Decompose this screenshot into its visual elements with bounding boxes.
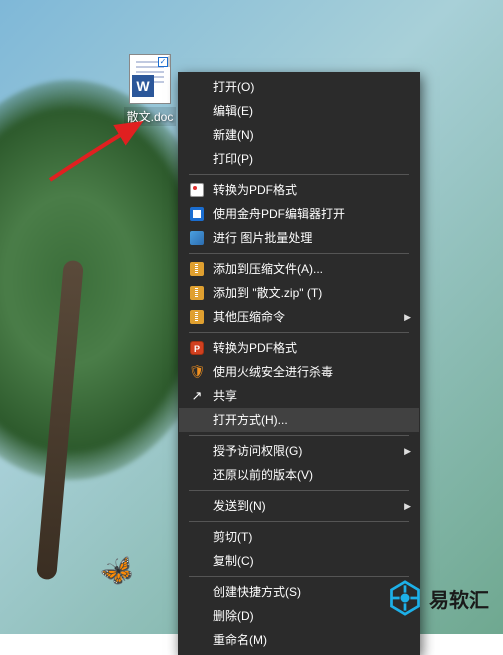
menu-item-icon [187, 443, 207, 459]
menu-item-label: 进行 图片批量处理 [207, 232, 401, 244]
menu-item-icon [187, 632, 207, 648]
zip-icon [187, 309, 207, 325]
menu-item-label: 编辑(E) [207, 105, 401, 117]
menu-separator [189, 174, 409, 175]
menu-item-icon [187, 529, 207, 545]
menu-item-label: 打开(O) [207, 81, 401, 93]
menu-item[interactable]: 打印(P) [179, 147, 419, 171]
menu-item-label: 转换为PDF格式 [207, 342, 401, 354]
share-icon: ↗ [187, 388, 207, 404]
menu-item-icon [187, 127, 207, 143]
menu-item-label: 打印(P) [207, 153, 401, 165]
image-batch-icon [187, 230, 207, 246]
menu-item[interactable]: 创建快捷方式(S) [179, 580, 419, 604]
menu-separator [189, 576, 409, 577]
powerpoint-icon: P [187, 340, 207, 356]
menu-item-icon [187, 151, 207, 167]
menu-item[interactable]: 编辑(E) [179, 99, 419, 123]
menu-item[interactable]: 删除(D) [179, 604, 419, 628]
menu-item-label: 添加到 "散文.zip" (T) [207, 287, 401, 299]
menu-item-label: 新建(N) [207, 129, 401, 141]
menu-item-label: 复制(C) [207, 555, 401, 567]
menu-item[interactable]: 🛡使用火绒安全进行杀毒 [179, 360, 419, 384]
shield-icon: 🛡 [187, 364, 207, 380]
menu-item-label: 创建快捷方式(S) [207, 586, 401, 598]
menu-item-icon [187, 608, 207, 624]
watermark: 易软汇 [387, 580, 489, 616]
menu-item-label: 使用金舟PDF编辑器打开 [207, 208, 401, 220]
menu-item-label: 删除(D) [207, 610, 401, 622]
context-menu: 打开(O) 编辑(E) 新建(N) 打印(P) 转换为PDF格式使用金舟PDF编辑器打开… [178, 72, 420, 655]
menu-item[interactable]: ↗共享 [179, 384, 419, 408]
menu-item[interactable]: 打开方式(H)... [179, 408, 419, 432]
menu-item-label: 添加到压缩文件(A)... [207, 263, 401, 275]
menu-item-icon [187, 584, 207, 600]
watermark-text: 易软汇 [429, 584, 489, 613]
file-label: 散文.doc [124, 107, 177, 126]
menu-item[interactable]: 打开(O) [179, 75, 419, 99]
menu-item[interactable]: P转换为PDF格式 [179, 336, 419, 360]
menu-item-label: 打开方式(H)... [207, 414, 401, 426]
menu-item[interactable]: 添加到压缩文件(A)... [179, 257, 419, 281]
menu-separator [189, 332, 409, 333]
menu-item-icon [187, 79, 207, 95]
menu-item-label: 重命名(M) [207, 634, 401, 646]
chevron-right-icon: ▶ [404, 446, 411, 457]
pdf-editor-icon [187, 206, 207, 222]
menu-item-icon [187, 103, 207, 119]
menu-item-label: 其他压缩命令 [207, 311, 401, 323]
menu-item[interactable]: 授予访问权限(G)▶ [179, 439, 419, 463]
desktop-file[interactable]: ✓ W 散文.doc [120, 54, 180, 126]
menu-item[interactable]: 新建(N) [179, 123, 419, 147]
menu-item[interactable]: 复制(C) [179, 549, 419, 573]
menu-separator [189, 490, 409, 491]
menu-separator [189, 435, 409, 436]
watermark-logo-icon [387, 580, 423, 616]
menu-item[interactable]: 发送到(N)▶ [179, 494, 419, 518]
pdf-icon [187, 182, 207, 198]
menu-separator [189, 521, 409, 522]
menu-item[interactable]: 转换为PDF格式 [179, 178, 419, 202]
chevron-right-icon: ▶ [404, 312, 411, 323]
menu-item-label: 使用火绒安全进行杀毒 [207, 366, 401, 378]
menu-separator [189, 253, 409, 254]
zip-icon [187, 261, 207, 277]
word-file-icon: ✓ W [129, 54, 171, 104]
menu-item-label: 剪切(T) [207, 531, 401, 543]
menu-item[interactable]: 进行 图片批量处理 [179, 226, 419, 250]
menu-item[interactable]: 使用金舟PDF编辑器打开 [179, 202, 419, 226]
menu-item-label: 还原以前的版本(V) [207, 469, 401, 481]
menu-item-label: 发送到(N) [207, 500, 401, 512]
menu-item[interactable]: 剪切(T) [179, 525, 419, 549]
menu-item-icon [187, 498, 207, 514]
menu-item[interactable]: 添加到 "散文.zip" (T) [179, 281, 419, 305]
menu-item-label: 转换为PDF格式 [207, 184, 401, 196]
zip-icon [187, 285, 207, 301]
menu-item-label: 授予访问权限(G) [207, 445, 401, 457]
chevron-right-icon: ▶ [404, 501, 411, 512]
menu-item-icon [187, 553, 207, 569]
butterfly-decoration: 🦋 [95, 550, 139, 593]
menu-item[interactable]: 重命名(M) [179, 628, 419, 652]
menu-item-icon [187, 412, 207, 428]
menu-item[interactable]: 还原以前的版本(V) [179, 463, 419, 487]
menu-item[interactable]: 其他压缩命令▶ [179, 305, 419, 329]
menu-item-icon [187, 467, 207, 483]
menu-item-label: 共享 [207, 390, 401, 402]
